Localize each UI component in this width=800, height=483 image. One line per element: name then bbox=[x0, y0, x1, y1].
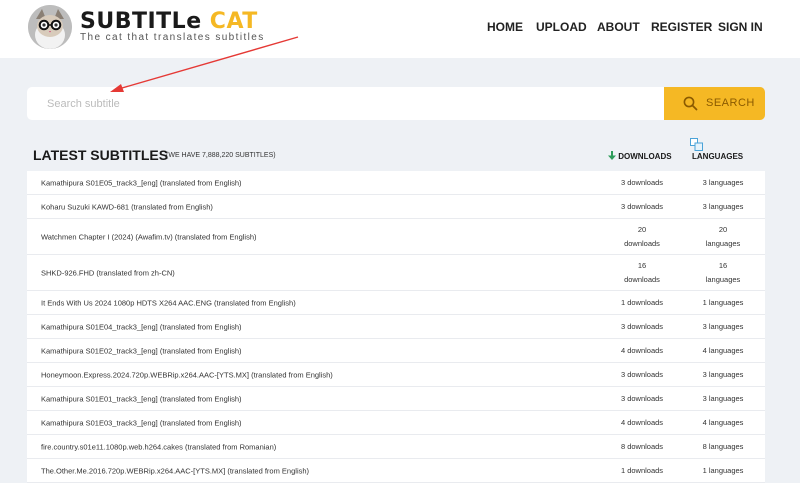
language-count-number: 16 bbox=[718, 260, 728, 270]
site-tagline: The cat that translates subtitles bbox=[80, 32, 265, 43]
cat-logo-icon[interactable] bbox=[28, 5, 72, 49]
download-count: 3 downloads bbox=[620, 369, 664, 379]
subtitle-title-link[interactable]: Honeymoon.Express.2024.720p.WEBRip.x264.… bbox=[41, 370, 333, 379]
language-count: 1 languages bbox=[702, 297, 744, 307]
download-count-unit: downloads bbox=[624, 274, 660, 284]
language-count: 16 languages bbox=[691, 259, 755, 287]
download-count: 16 downloads bbox=[610, 259, 674, 287]
language-count: 3 languages bbox=[702, 177, 744, 187]
language-count: 3 languages bbox=[702, 201, 744, 211]
downloads-column-label: DOWNLOADS bbox=[618, 152, 672, 161]
downloads-column-header[interactable]: DOWNLOADS bbox=[608, 151, 672, 161]
download-count: 1 downloads bbox=[620, 465, 664, 475]
language-count: 8 languages bbox=[702, 441, 744, 451]
latest-subtitles-heading: LATEST SUBTITLES bbox=[33, 147, 169, 163]
download-arrow-icon bbox=[608, 151, 618, 161]
site-logo-text[interactable]: SUBTITLe CAT bbox=[80, 9, 258, 34]
subtitle-title-link[interactable]: Kamathipura S01E03_track3_[eng] (transla… bbox=[41, 418, 242, 427]
list-item[interactable]: SHKD-926.FHD (translated from zh-CN) 16 d… bbox=[27, 255, 765, 291]
language-count: 4 languages bbox=[702, 345, 744, 355]
nav-home[interactable]: HOME bbox=[487, 20, 523, 34]
list-item[interactable]: Kamathipura S01E05_track3_[eng] (transla… bbox=[27, 171, 765, 195]
language-count-number: 20 bbox=[718, 224, 728, 234]
download-count-number: 16 bbox=[637, 260, 647, 270]
search-icon bbox=[683, 96, 698, 114]
language-count: 1 languages bbox=[702, 465, 744, 475]
nav-upload[interactable]: UPLOAD bbox=[536, 20, 587, 34]
list-item[interactable]: Kamathipura S01E01_track3_[eng] (transla… bbox=[27, 387, 765, 411]
list-item[interactable]: It Ends With Us 2024 1080p HDTS X264 AAC… bbox=[27, 291, 765, 315]
subtitle-title-link[interactable]: Watchmen Chapter I (2024) (Awafim.tv) (t… bbox=[41, 232, 257, 241]
language-count: 4 languages bbox=[702, 417, 744, 427]
download-count-unit: downloads bbox=[624, 238, 660, 248]
subtitle-title-link[interactable]: Kamathipura S01E02_track3_[eng] (transla… bbox=[41, 346, 242, 355]
download-count-number: 20 bbox=[637, 224, 647, 234]
subtitle-count: (WE HAVE 7,888,220 SUBTITLES) bbox=[166, 152, 276, 159]
language-count: 3 languages bbox=[702, 321, 744, 331]
download-count: 3 downloads bbox=[620, 393, 664, 403]
list-item[interactable]: Koharu Suzuki KAWD-681 (translated from … bbox=[27, 195, 765, 219]
subtitle-title-link[interactable]: fire.country.s01e11.1080p.web.h264.cakes… bbox=[41, 442, 276, 451]
subtitle-title-link[interactable]: The.Other.Me.2016.720p.WEBRip.x264.AAC-[… bbox=[41, 466, 309, 475]
download-count: 1 downloads bbox=[620, 297, 664, 307]
list-item[interactable]: fire.country.s01e11.1080p.web.h264.cakes… bbox=[27, 435, 765, 459]
subtitle-title-link[interactable]: Koharu Suzuki KAWD-681 (translated from … bbox=[41, 202, 213, 211]
download-count: 20 downloads bbox=[610, 223, 674, 251]
nav-sign-in[interactable]: SIGN IN bbox=[718, 20, 763, 34]
languages-column-header[interactable]: LANGUAGES bbox=[692, 152, 743, 161]
download-count: 3 downloads bbox=[620, 321, 664, 331]
site-header: SUBTITLe CAT The cat that translates sub… bbox=[0, 0, 800, 58]
subtitle-title-link[interactable]: Kamathipura S01E01_track3_[eng] (transla… bbox=[41, 394, 242, 403]
search-input[interactable] bbox=[47, 96, 647, 112]
list-item[interactable]: The.Other.Me.2016.720p.WEBRip.x264.AAC-[… bbox=[27, 459, 765, 483]
language-count: 20 languages bbox=[691, 223, 755, 251]
subtitle-list: Kamathipura S01E05_track3_[eng] (transla… bbox=[27, 171, 765, 483]
download-count: 8 downloads bbox=[620, 441, 664, 451]
search-bar bbox=[27, 87, 665, 120]
nav-register[interactable]: REGISTER bbox=[651, 20, 712, 34]
search-button[interactable]: SEARCH bbox=[664, 87, 765, 120]
list-item[interactable]: Kamathipura S01E02_track3_[eng] (transla… bbox=[27, 339, 765, 363]
brand-text-cat: CAT bbox=[209, 9, 258, 34]
list-item[interactable]: Watchmen Chapter I (2024) (Awafim.tv) (t… bbox=[27, 219, 765, 255]
subtitle-title-link[interactable]: Kamathipura S01E05_track3_[eng] (transla… bbox=[41, 178, 242, 187]
list-item[interactable]: Honeymoon.Express.2024.720p.WEBRip.x264.… bbox=[27, 363, 765, 387]
language-count: 3 languages bbox=[702, 393, 744, 403]
download-count: 3 downloads bbox=[620, 201, 664, 211]
language-count-unit: languages bbox=[705, 274, 741, 284]
subtitle-title-link[interactable]: Kamathipura S01E04_track3_[eng] (transla… bbox=[41, 322, 242, 331]
download-count: 4 downloads bbox=[620, 417, 664, 427]
download-count: 3 downloads bbox=[620, 177, 664, 187]
language-count-unit: languages bbox=[705, 238, 741, 248]
list-item[interactable]: Kamathipura S01E04_track3_[eng] (transla… bbox=[27, 315, 765, 339]
language-count: 3 languages bbox=[702, 369, 744, 379]
download-count: 4 downloads bbox=[620, 345, 664, 355]
list-item[interactable]: Kamathipura S01E03_track3_[eng] (transla… bbox=[27, 411, 765, 435]
search-button-label: SEARCH bbox=[706, 97, 755, 109]
nav-about[interactable]: ABOUT bbox=[597, 20, 640, 34]
brand-text: SUBTITLe bbox=[80, 9, 202, 34]
subtitle-title-link[interactable]: SHKD-926.FHD (translated from zh-CN) bbox=[41, 268, 175, 277]
subtitle-title-link[interactable]: It Ends With Us 2024 1080p HDTS X264 AAC… bbox=[41, 298, 296, 307]
